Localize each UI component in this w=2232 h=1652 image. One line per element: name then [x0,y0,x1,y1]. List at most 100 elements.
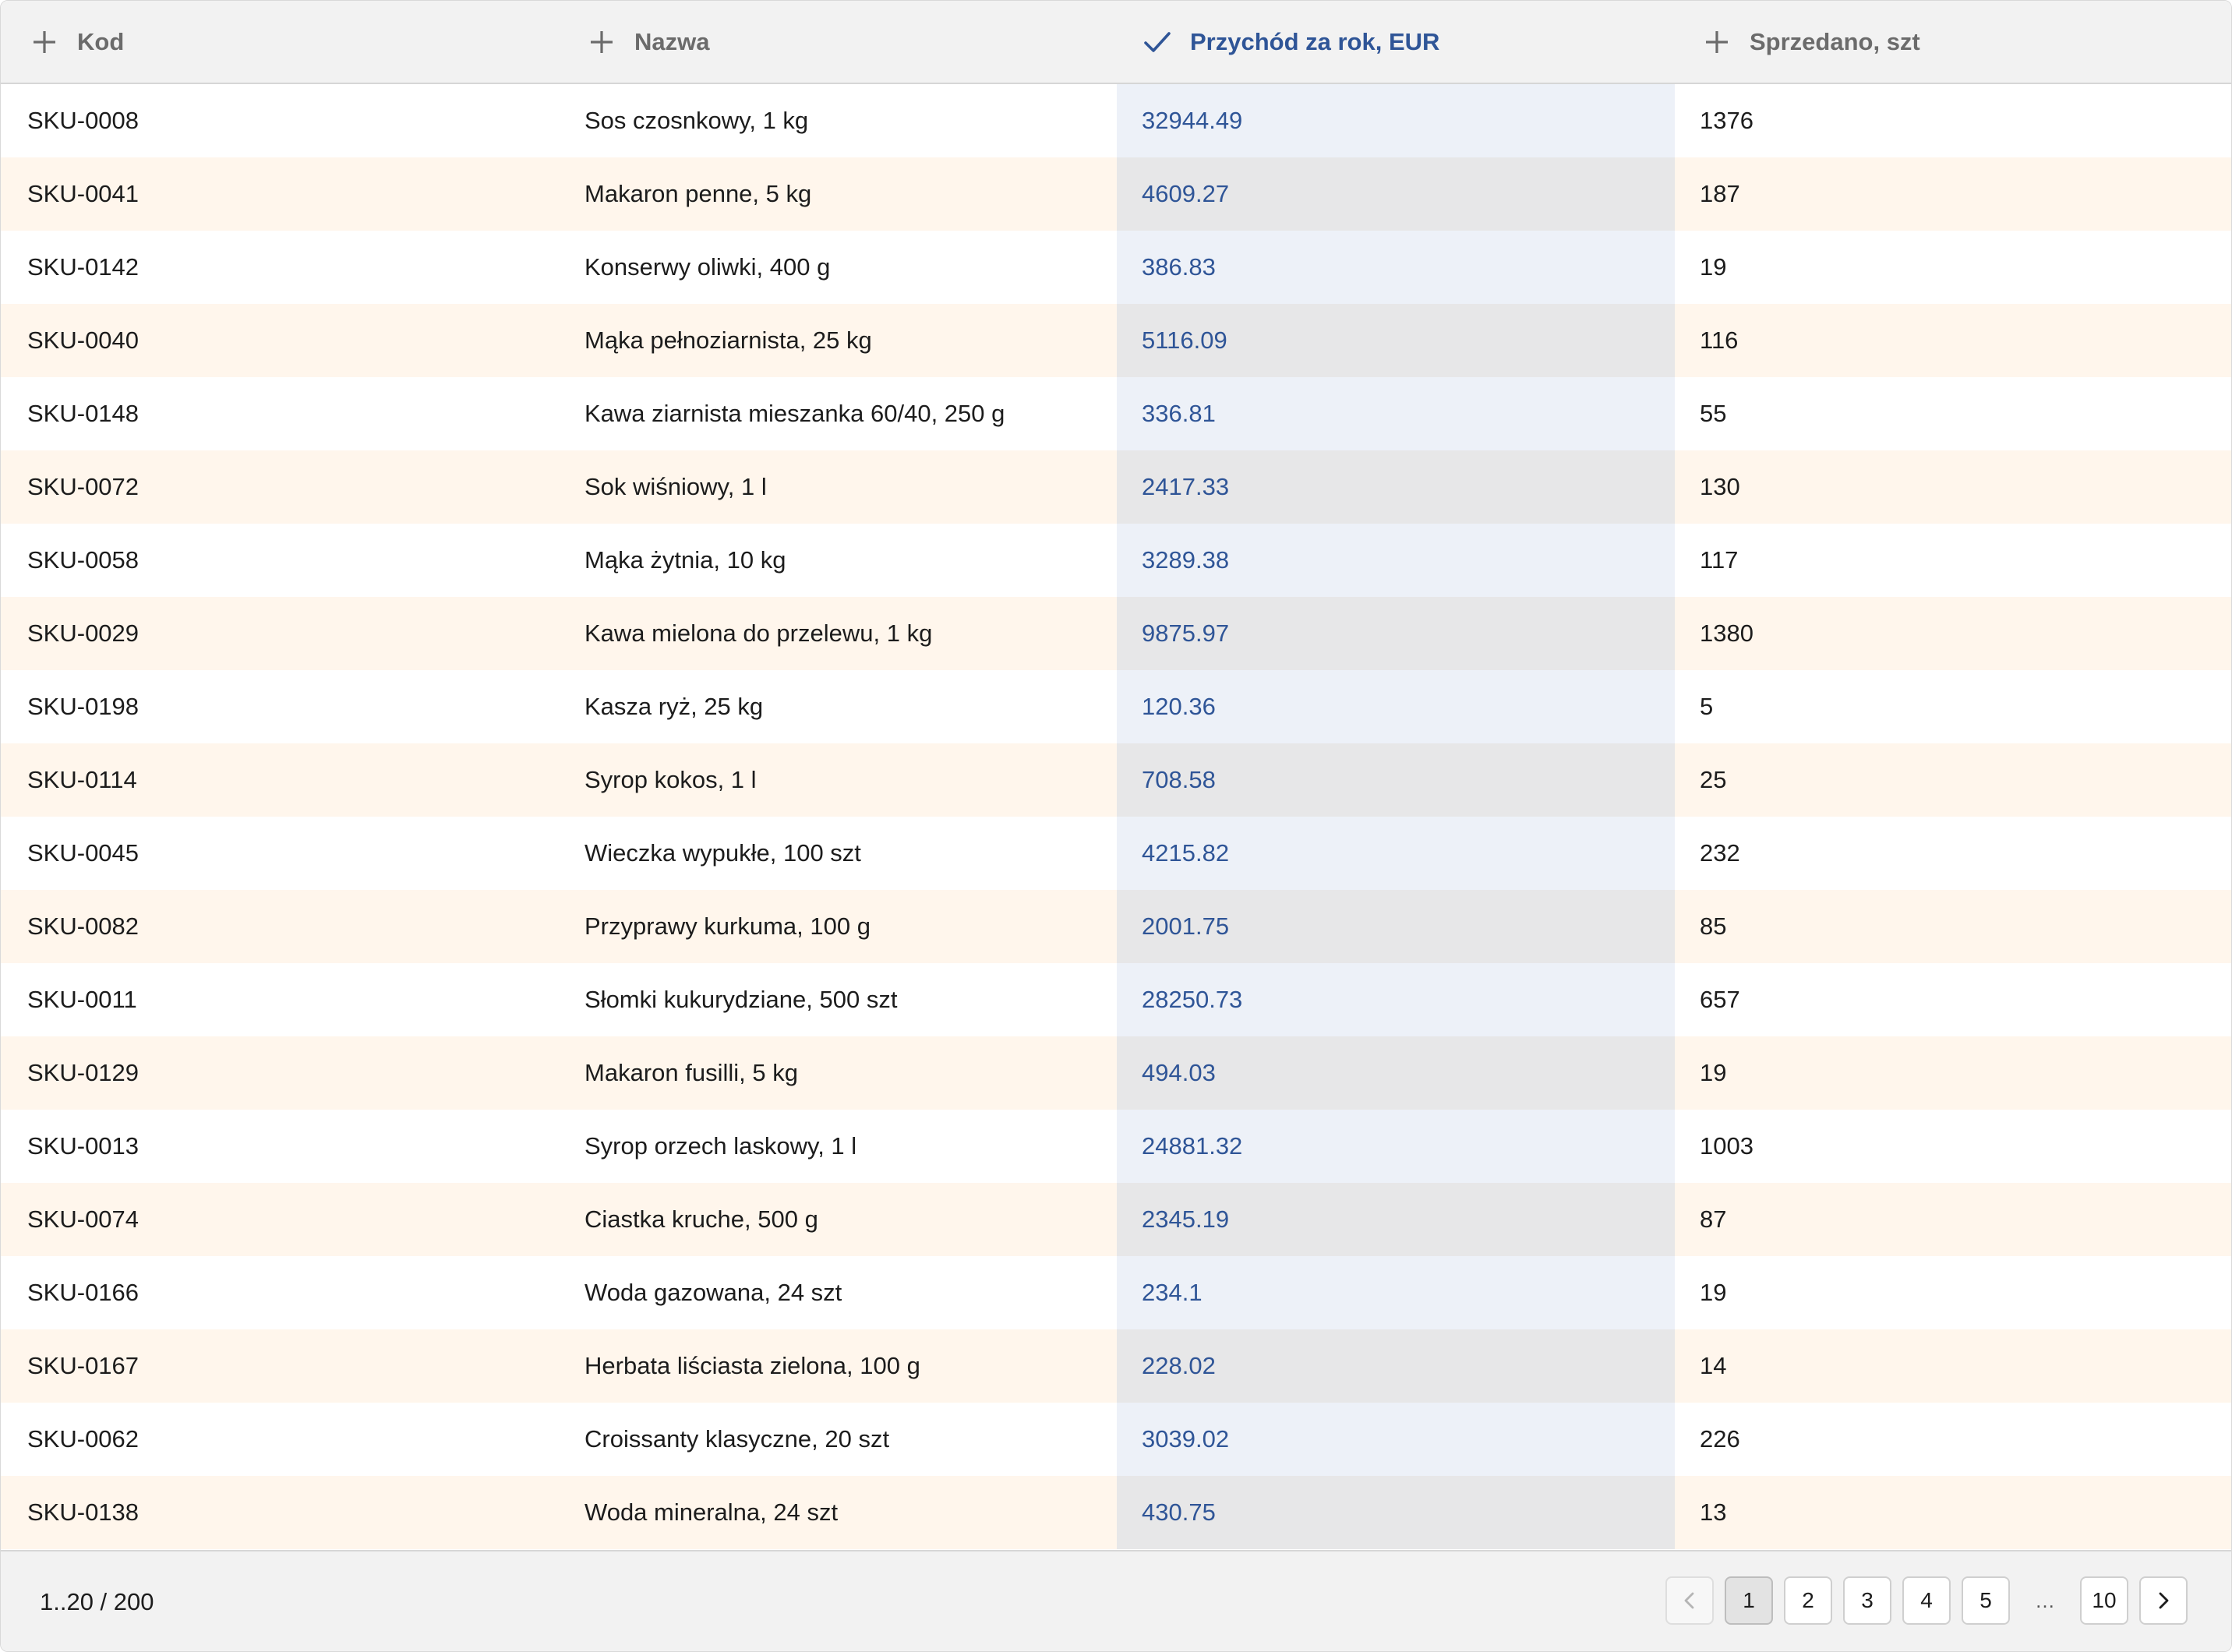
column-label: Kod [77,27,125,55]
cell-przychod: 386.83 [1142,253,1216,281]
cell-przychod: 228.02 [1142,1352,1216,1379]
cell-przychod: 24881.32 [1142,1132,1243,1160]
table-row[interactable]: SKU-0008 Sos czosnkowy, 1 kg 32944.49 1376 [1,84,2231,157]
table-row[interactable]: SKU-0045 Wieczka wypukłe, 100 szt 4215.82 2… [1,817,2231,890]
column-header-nazwa[interactable]: Nazwa [588,1,709,83]
plus-icon [1703,28,1731,56]
column-header-sprzedano[interactable]: Sprzedano, szt [1703,1,1920,83]
cell-kod: SKU-0041 [27,180,140,207]
cell-sprzedano: 1376 [1700,107,1753,134]
plus-icon [30,28,58,56]
table-row[interactable]: SKU-0142 Konserwy oliwki, 400 g 386.83 19 [1,231,2231,304]
cell-sprzedano: 14 [1700,1352,1727,1379]
cell-przychod: 2001.75 [1142,912,1230,940]
cell-kod: SKU-0074 [27,1205,140,1233]
table-row[interactable]: SKU-0129 Makaron fusilli, 5 kg 494.03 19 [1,1036,2231,1110]
column-label: Sprzedano, szt [1750,27,1920,55]
chevron-left-icon [1678,1589,1701,1612]
cell-nazwa: Makaron penne, 5 kg [584,180,812,207]
next-page-button[interactable] [2139,1576,2188,1625]
cell-sprzedano: 5 [1700,693,1714,720]
cell-przychod: 28250.73 [1142,986,1243,1013]
table-row[interactable]: SKU-0040 Mąka pełnoziarnista, 25 kg 5116.0… [1,304,2231,377]
cell-przychod: 3039.02 [1142,1425,1230,1453]
cell-kod: SKU-0058 [27,546,140,574]
cell-kod: SKU-0198 [27,693,140,720]
cell-kod: SKU-0045 [27,839,140,867]
cell-sprzedano: 85 [1700,912,1727,940]
table-row[interactable]: SKU-0166 Woda gazowana, 24 szt 234.1 19 [1,1256,2231,1329]
check-icon [1143,28,1171,56]
cell-nazwa: Herbata liściasta zielona, 100 g [584,1352,920,1379]
cell-sprzedano: 25 [1700,766,1727,793]
cell-kod: SKU-0013 [27,1132,140,1160]
cell-kod: SKU-0148 [27,400,140,427]
cell-kod: SKU-0167 [27,1352,140,1379]
cell-nazwa: Wieczka wypukłe, 100 szt [584,839,861,867]
table-row[interactable]: SKU-0138 Woda mineralna, 24 szt 430.75 13 [1,1476,2231,1549]
table-row[interactable]: SKU-0062 Croissanty klasyczne, 20 szt 3039… [1,1403,2231,1476]
cell-sprzedano: 117 [1700,546,1739,574]
cell-przychod: 234.1 [1142,1279,1203,1306]
column-label: Przychód za rok, EUR [1190,27,1440,55]
table-row[interactable]: SKU-0058 Mąka żytnia, 10 kg 3289.38 117 [1,524,2231,597]
chevron-right-icon [2152,1589,2175,1612]
cell-kod: SKU-0114 [27,766,137,793]
cell-przychod: 120.36 [1142,693,1216,720]
cell-nazwa: Kawa mielona do przelewu, 1 kg [584,620,933,647]
cell-sprzedano: 13 [1700,1498,1727,1526]
cell-nazwa: Kawa ziarnista mieszanka 60/40, 250 g [584,400,1005,427]
cell-sprzedano: 116 [1700,327,1739,354]
plus-icon [588,28,616,56]
cell-sprzedano: 1003 [1700,1132,1753,1160]
cell-nazwa: Sos czosnkowy, 1 kg [584,107,809,134]
table-header: Kod Nazwa Przychód za rok, EUR Sprzedano… [1,1,2231,84]
cell-nazwa: Croissanty klasyczne, 20 szt [584,1425,890,1453]
cell-przychod: 336.81 [1142,400,1216,427]
page-button-1[interactable]: 1 [1725,1576,1773,1625]
table-row[interactable]: SKU-0041 Makaron penne, 5 kg 4609.27 187 [1,157,2231,231]
cell-nazwa: Mąka pełnoziarnista, 25 kg [584,327,872,354]
table-row[interactable]: SKU-0029 Kawa mielona do przelewu, 1 kg 98… [1,597,2231,670]
cell-kod: SKU-0142 [27,253,140,281]
cell-nazwa: Konserwy oliwki, 400 g [584,253,831,281]
cell-sprzedano: 232 [1700,839,1740,867]
table-row[interactable]: SKU-0072 Sok wiśniowy, 1 l 2417.33 130 [1,450,2231,524]
table-row[interactable]: SKU-0198 Kasza ryż, 25 kg 120.36 5 [1,670,2231,743]
cell-kod: SKU-0062 [27,1425,140,1453]
cell-kod: SKU-0138 [27,1498,140,1526]
row-range: 1..20 / 200 [40,1588,154,1615]
prev-page-button[interactable] [1665,1576,1714,1625]
page-button-2[interactable]: 2 [1784,1576,1832,1625]
page-button-5[interactable]: 5 [1962,1576,2010,1625]
cell-kod: SKU-0008 [27,107,140,134]
cell-kod: SKU-0040 [27,327,140,354]
cell-nazwa: Sok wiśniowy, 1 l [584,473,767,500]
cell-sprzedano: 657 [1700,986,1740,1013]
cell-przychod: 430.75 [1142,1498,1216,1526]
table-row[interactable]: SKU-0082 Przyprawy kurkuma, 100 g 2001.75 8… [1,890,2231,963]
cell-nazwa: Woda mineralna, 24 szt [584,1498,839,1526]
table-row[interactable]: SKU-0114 Syrop kokos, 1 l 708.58 25 [1,743,2231,817]
column-header-przychod[interactable]: Przychód za rok, EUR [1143,1,1439,83]
table-footer: 1..20 / 200 1 2 3 4 5 … 10 [1,1550,2231,1651]
cell-nazwa: Woda gazowana, 24 szt [584,1279,842,1306]
table-row[interactable]: SKU-0074 Ciastka kruche, 500 g 2345.19 87 [1,1183,2231,1256]
page-button-4[interactable]: 4 [1902,1576,1951,1625]
table-row[interactable]: SKU-0148 Kawa ziarnista mieszanka 60/40, … [1,377,2231,450]
cell-nazwa: Kasza ryż, 25 kg [584,693,764,720]
cell-przychod: 9875.97 [1142,620,1230,647]
cell-sprzedano: 1380 [1700,620,1753,647]
cell-przychod: 32944.49 [1142,107,1243,134]
cell-nazwa: Syrop orzech laskowy, 1 l [584,1132,857,1160]
cell-sprzedano: 19 [1700,253,1727,281]
page-button-10[interactable]: 10 [2080,1576,2128,1625]
cell-sprzedano: 19 [1700,1279,1727,1306]
column-header-kod[interactable]: Kod [30,1,124,83]
cell-sprzedano: 130 [1700,473,1740,500]
table-row[interactable]: SKU-0013 Syrop orzech laskowy, 1 l 24881.3… [1,1110,2231,1183]
page-button-3[interactable]: 3 [1843,1576,1891,1625]
table-row[interactable]: SKU-0011 Słomki kukurydziane, 500 szt 2825… [1,963,2231,1036]
table-row[interactable]: SKU-0167 Herbata liściasta zielona, 100 g… [1,1329,2231,1403]
cell-kod: SKU-0072 [27,473,140,500]
